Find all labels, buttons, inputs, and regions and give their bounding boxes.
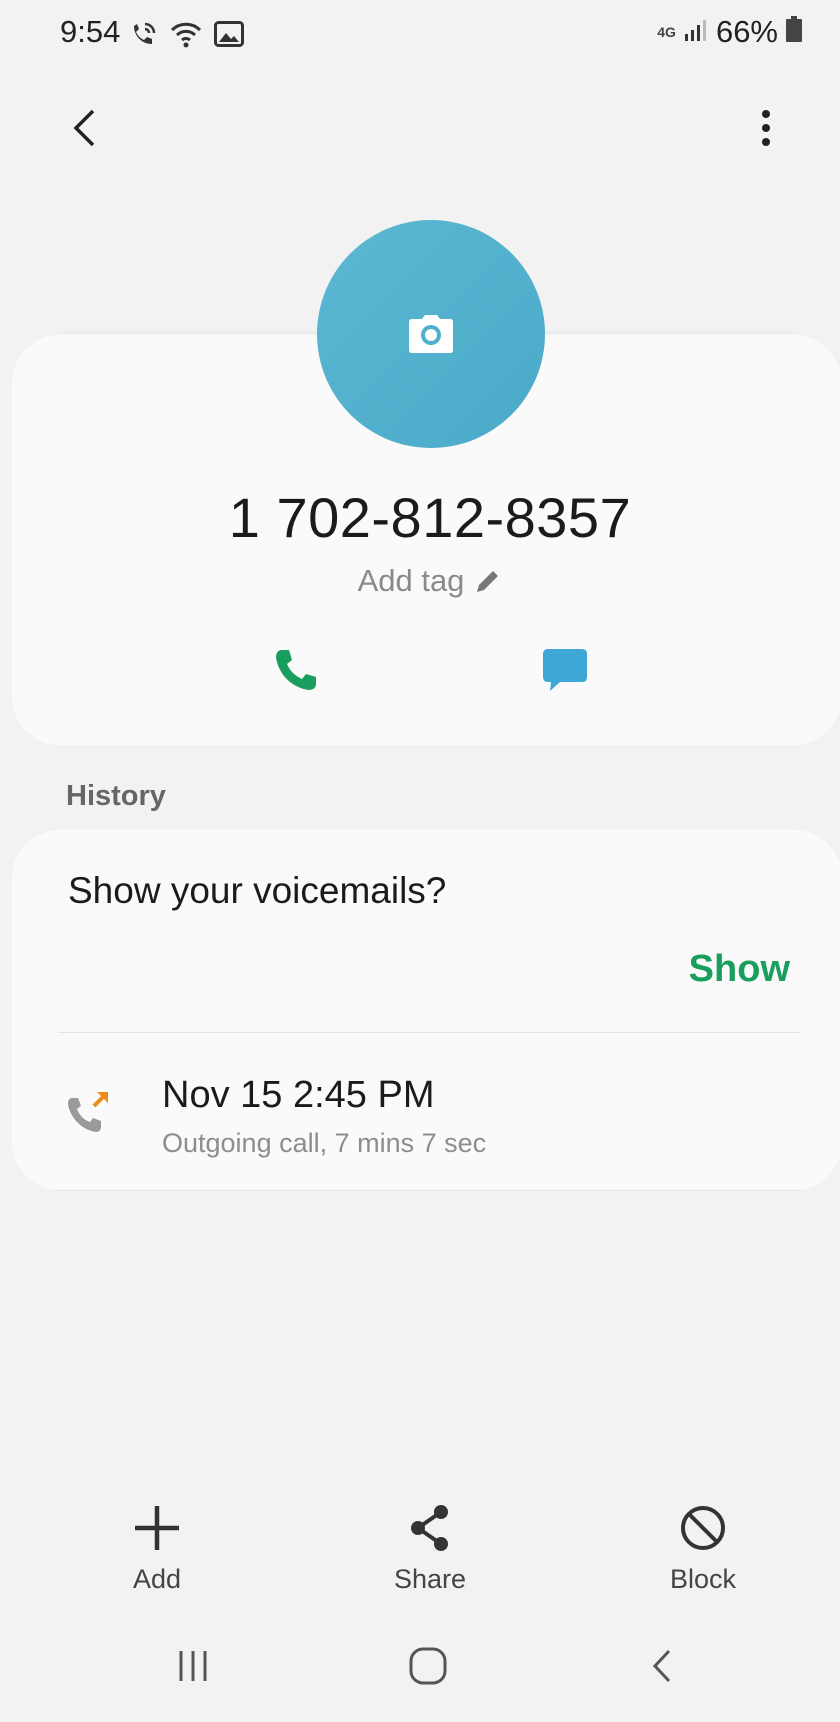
show-voicemails-button[interactable]: Show <box>689 948 790 991</box>
more-vertical-icon <box>762 110 770 146</box>
share-label: Share <box>393 1564 467 1594</box>
call-log-item[interactable]: Nov 15 2:45 PM Outgoing call, 7 mins 7 s… <box>12 1036 840 1186</box>
back-nav-button[interactable] <box>632 1636 692 1696</box>
add-tag-label: Add tag <box>357 563 465 598</box>
recent-apps-button[interactable] <box>163 1636 223 1696</box>
divider <box>58 1032 800 1033</box>
phone-number: 1 702-812-8357 <box>228 486 632 549</box>
more-options-button[interactable] <box>744 100 788 156</box>
status-time: 9:54 <box>60 14 121 49</box>
message-bubble-icon <box>543 649 587 691</box>
chevron-left-icon <box>73 109 95 147</box>
call-button[interactable] <box>266 640 326 700</box>
voicemail-prompt: Show your voicemails? <box>68 870 447 911</box>
wifi-calling-icon <box>128 20 158 53</box>
outgoing-call-icon <box>64 1086 120 1138</box>
add-tag-button[interactable]: Add tag <box>0 563 840 599</box>
call-date: Nov 15 2:45 PM <box>162 1074 435 1116</box>
share-icon <box>402 1500 458 1556</box>
camera-icon <box>409 315 453 353</box>
home-button[interactable] <box>398 1636 458 1696</box>
recent-apps-icon <box>179 1651 207 1681</box>
system-nav-bar <box>0 1632 840 1722</box>
plus-icon <box>129 1500 185 1556</box>
wifi-icon <box>170 20 202 53</box>
avatar[interactable] <box>317 220 545 448</box>
battery-icon <box>786 14 802 50</box>
message-button[interactable] <box>535 640 595 700</box>
back-nav-icon <box>652 1649 671 1683</box>
block-icon <box>675 1500 731 1556</box>
phone-icon <box>276 650 316 690</box>
block-label: Block <box>669 1564 737 1594</box>
add-button[interactable]: Add <box>77 1500 237 1610</box>
home-icon <box>409 1647 447 1685</box>
network-type: 4G <box>657 24 676 40</box>
divider <box>58 1190 800 1191</box>
contact-detail-screen: 9:54 4G 66% 1 702-812-8357 Add tag Histo… <box>0 0 840 1722</box>
add-label: Add <box>132 1564 182 1594</box>
image-notification-icon <box>214 21 244 52</box>
pencil-icon <box>477 571 499 592</box>
status-bar: 9:54 4G 66% <box>0 0 840 70</box>
status-right: 4G 66% <box>657 14 802 50</box>
back-button[interactable] <box>62 100 106 156</box>
battery-percent: 66% <box>715 14 778 49</box>
share-button[interactable]: Share <box>350 1500 510 1610</box>
block-button[interactable]: Block <box>623 1500 783 1610</box>
signal-icon <box>684 14 708 50</box>
history-section-label: History <box>66 780 166 812</box>
call-detail: Outgoing call, 7 mins 7 sec <box>162 1128 487 1158</box>
status-left-icons <box>128 20 244 53</box>
action-bar: Add Share Block <box>0 1500 840 1610</box>
